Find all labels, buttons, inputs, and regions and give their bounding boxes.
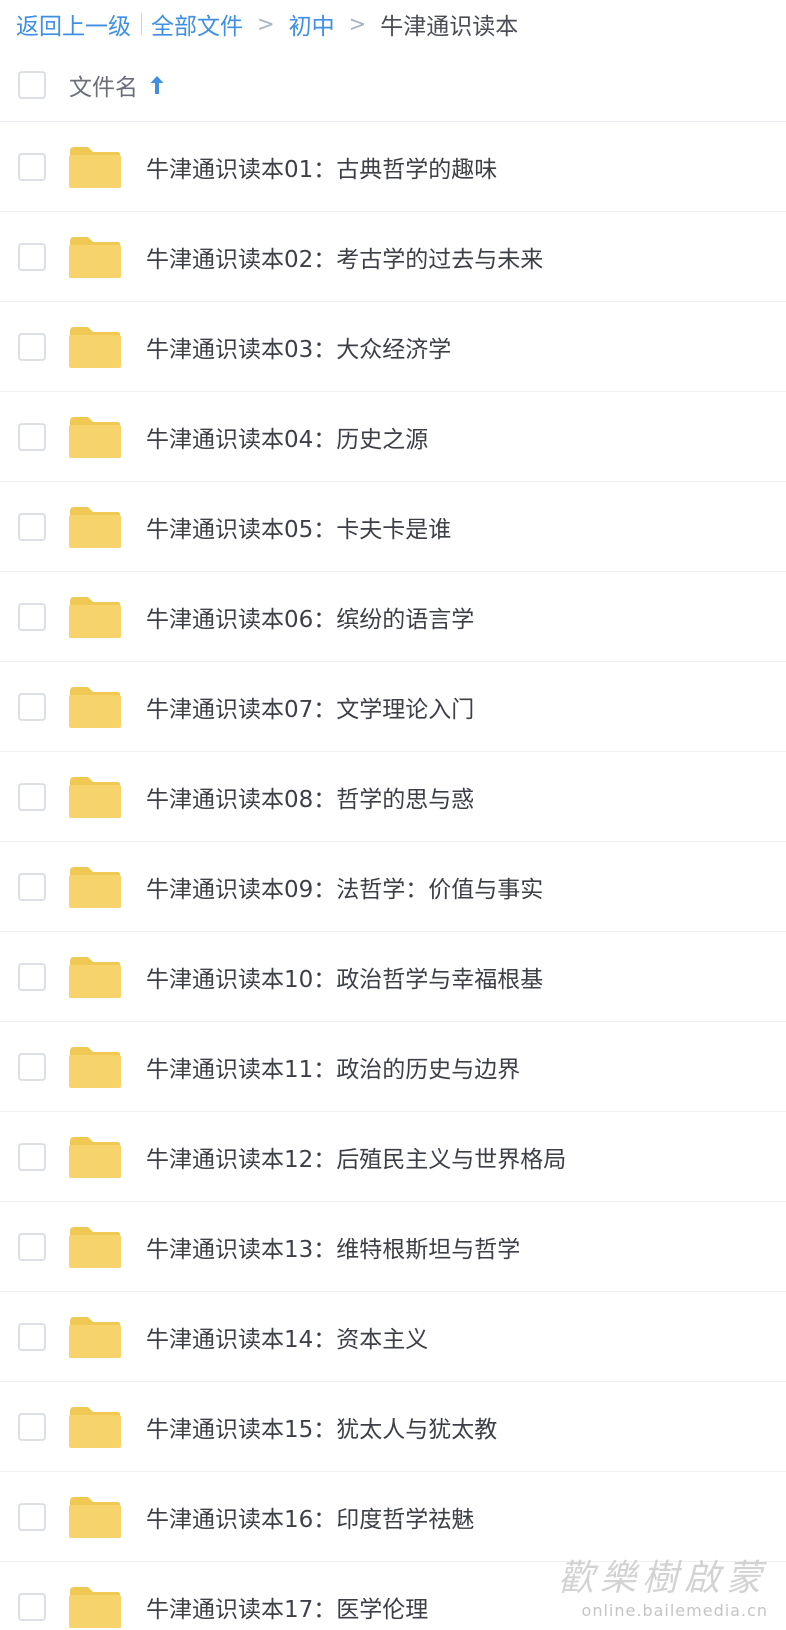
breadcrumb: 返回上一级 全部文件 > 初中 > 牛津通识读本 (0, 0, 786, 48)
file-name[interactable]: 牛津通识读本08：哲学的思与惑 (146, 780, 474, 814)
breadcrumb-separator-icon: > (348, 12, 367, 36)
breadcrumb-separator-icon: > (257, 12, 275, 36)
list-item[interactable]: 牛津通识读本09：法哲学：价值与事实 (0, 842, 786, 932)
row-checkbox[interactable] (18, 782, 46, 811)
list-item[interactable]: 牛津通识读本08：哲学的思与惑 (0, 752, 786, 842)
row-checkbox[interactable] (18, 1502, 46, 1531)
folder-icon (69, 146, 121, 188)
row-checkbox[interactable] (18, 512, 46, 541)
row-checkbox[interactable] (18, 872, 46, 901)
folder-icon (69, 866, 121, 908)
row-checkbox[interactable] (18, 1412, 46, 1441)
file-list: 牛津通识读本01：古典哲学的趣味牛津通识读本02：考古学的过去与未来 牛津通识读本… (0, 122, 786, 1630)
breadcrumb-level1[interactable]: 初中 (289, 7, 335, 41)
folder-icon (69, 236, 121, 278)
list-item[interactable]: 牛津通识读本15：犹太人与犹太教 (0, 1382, 786, 1472)
list-item[interactable]: 牛津通识读本02：考古学的过去与未来 (0, 212, 786, 302)
folder-icon (69, 1046, 121, 1088)
file-name[interactable]: 牛津通识读本13：维特根斯坦与哲学 (146, 1230, 520, 1264)
file-name[interactable]: 牛津通识读本07：文学理论入门 (146, 690, 474, 724)
row-checkbox[interactable] (18, 692, 46, 721)
list-item[interactable]: 牛津通识读本14：资本主义 (0, 1292, 786, 1382)
select-all-checkbox[interactable] (18, 70, 46, 99)
list-item[interactable]: 牛津通识读本13：维特根斯坦与哲学 (0, 1202, 786, 1292)
breadcrumb-current: 牛津通识读本 (380, 14, 519, 40)
list-item[interactable]: 牛津通识读本05：卡夫卡是谁 (0, 482, 786, 572)
file-name[interactable]: 牛津通识读本12：后殖民主义与世界格局 (146, 1140, 566, 1174)
row-checkbox[interactable] (18, 1322, 46, 1351)
folder-icon (69, 956, 121, 998)
file-name[interactable]: 牛津通识读本06：缤纷的语言学 (146, 600, 474, 634)
row-checkbox[interactable] (18, 332, 46, 361)
back-link[interactable]: 返回上一级 (16, 7, 131, 41)
folder-icon (69, 1406, 121, 1448)
row-checkbox[interactable] (18, 602, 46, 631)
list-item[interactable]: 牛津通识读本12：后殖民主义与世界格局 (0, 1112, 786, 1202)
file-name[interactable]: 牛津通识读本04：历史之源 (146, 420, 428, 454)
file-name[interactable]: 牛津通识读本11：政治的历史与边界 (146, 1050, 520, 1084)
row-checkbox[interactable] (18, 1142, 46, 1171)
folder-icon (69, 1136, 121, 1178)
file-name[interactable]: 牛津通识读本10：政治哲学与幸福根基 (146, 960, 543, 994)
folder-icon (69, 416, 121, 458)
breadcrumb-divider (141, 13, 142, 35)
row-checkbox[interactable] (18, 962, 46, 991)
row-checkbox[interactable] (18, 422, 46, 451)
list-item[interactable]: 牛津通识读本07：文学理论入门 (0, 662, 786, 752)
file-name[interactable]: 牛津通识读本01：古典哲学的趣味 (146, 150, 497, 184)
row-checkbox[interactable] (18, 1592, 46, 1621)
list-item[interactable]: 牛津通识读本10：政治哲学与幸福根基 (0, 932, 786, 1022)
file-name[interactable]: 牛津通识读本16：印度哲学祛魅 (146, 1500, 474, 1534)
column-name-header[interactable]: 文件名 (69, 68, 138, 102)
row-checkbox[interactable] (18, 152, 46, 181)
folder-icon (69, 1226, 121, 1268)
list-item[interactable]: 牛津通识读本16：印度哲学祛魅 (0, 1472, 786, 1562)
file-name[interactable]: 牛津通识读本17：医学伦理 (146, 1590, 428, 1624)
list-item[interactable]: 牛津通识读本03：大众经济学 (0, 302, 786, 392)
row-checkbox[interactable] (18, 242, 46, 271)
file-name[interactable]: 牛津通识读本09：法哲学：价值与事实 (146, 870, 543, 904)
folder-icon (69, 506, 121, 548)
file-name[interactable]: 牛津通识读本14：资本主义 (146, 1320, 428, 1354)
row-checkbox[interactable] (18, 1052, 46, 1081)
file-name[interactable]: 牛津通识读本02：考古学的过去与未来 (146, 240, 543, 274)
folder-icon (69, 1316, 121, 1358)
list-item[interactable]: 牛津通识读本17：医学伦理 (0, 1562, 786, 1630)
list-item[interactable]: 牛津通识读本01：古典哲学的趣味 (0, 122, 786, 212)
folder-icon (69, 1586, 121, 1628)
list-item[interactable]: 牛津通识读本04：历史之源 (0, 392, 786, 482)
list-item[interactable]: 牛津通识读本06：缤纷的语言学 (0, 572, 786, 662)
folder-icon (69, 1496, 121, 1538)
sort-ascending-icon[interactable] (148, 74, 166, 96)
folder-icon (69, 686, 121, 728)
file-browser-page: 返回上一级 全部文件 > 初中 > 牛津通识读本 文件名 牛津通识读本01：古典… (0, 0, 786, 1630)
list-item[interactable]: 牛津通识读本11：政治的历史与边界 (0, 1022, 786, 1112)
breadcrumb-all-files[interactable]: 全部文件 (151, 7, 243, 41)
row-checkbox[interactable] (18, 1232, 46, 1261)
file-name[interactable]: 牛津通识读本05：卡夫卡是谁 (146, 510, 451, 544)
list-header: 文件名 (0, 48, 786, 122)
file-name[interactable]: 牛津通识读本15：犹太人与犹太教 (146, 1410, 497, 1444)
folder-icon (69, 776, 121, 818)
folder-icon (69, 326, 121, 368)
folder-icon (69, 596, 121, 638)
file-name[interactable]: 牛津通识读本03：大众经济学 (146, 330, 451, 364)
